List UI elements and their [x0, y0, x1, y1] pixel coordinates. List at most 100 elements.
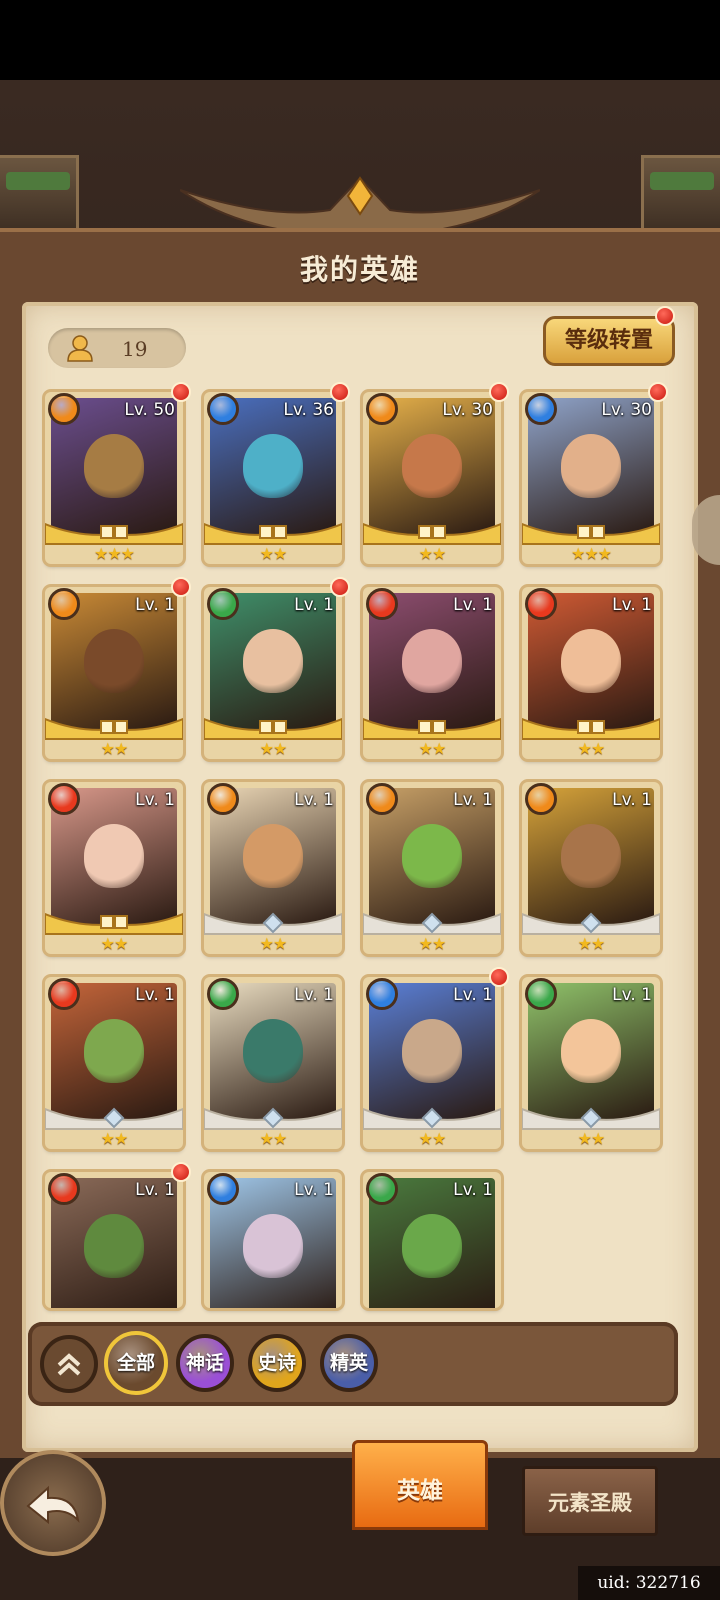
hero-face [84, 629, 144, 693]
wood-element-icon [525, 978, 557, 1010]
hero-level: Lv. 50 [124, 400, 175, 420]
hero-stars: ★★ [418, 934, 447, 953]
hero-card[interactable]: Lv. 1 ★★ [363, 782, 501, 954]
hero-card[interactable]: Lv. 1 ★★ [204, 587, 342, 759]
hero-stars: ★★ [259, 544, 288, 563]
filter-all-button[interactable]: 全部 [104, 1331, 168, 1395]
hero-face [243, 824, 303, 888]
hero-level: Lv. 1 [453, 790, 493, 810]
hero-level: Lv. 1 [294, 1180, 334, 1200]
notification-dot [489, 382, 509, 402]
filter-label: 全部 [116, 1352, 155, 1374]
notification-dot [171, 382, 191, 402]
hero-card[interactable]: Lv. 1 ★★ [204, 782, 342, 954]
hero-card[interactable]: Lv. 36 ★★ [204, 392, 342, 564]
hero-stars: ★★ [577, 739, 606, 758]
wood-element-icon [207, 978, 239, 1010]
hero-face [84, 824, 144, 888]
hero-level: Lv. 1 [453, 1180, 493, 1200]
hero-stars: ★★ [259, 934, 288, 953]
hero-count: 19 [122, 337, 148, 361]
water-element-icon [366, 978, 398, 1010]
notification-dot [655, 306, 675, 326]
hero-card[interactable]: Lv. 1 ★★ [522, 977, 660, 1149]
hero-face [561, 629, 621, 693]
double-chevron-up-icon [57, 1353, 81, 1376]
hero-card[interactable]: Lv. 1 ★★ [522, 782, 660, 954]
notification-dot [648, 382, 668, 402]
hero-card[interactable]: Lv. 30 ★★ [363, 392, 501, 564]
level-transfer-button[interactable]: 等级转置 [543, 316, 675, 366]
status-bar [0, 0, 720, 80]
light-element-icon [48, 393, 80, 425]
filter-epic-button[interactable]: 史诗 [248, 1334, 306, 1392]
hero-face [402, 1019, 462, 1083]
hero-card[interactable]: Lv. 1 ★★ [45, 587, 183, 759]
tab-elemental-temple[interactable]: 元素圣殿 [522, 1466, 658, 1536]
hero-card[interactable]: Lv. 50 ★★★ [45, 392, 183, 564]
hero-count-badge: 19 [48, 328, 186, 368]
fire-element-icon [48, 978, 80, 1010]
hero-level: Lv. 1 [612, 985, 652, 1005]
fire-element-icon [48, 1173, 80, 1205]
filter-mythic-button[interactable]: 神话 [176, 1334, 234, 1392]
hero-level: Lv. 1 [612, 790, 652, 810]
light-element-icon [207, 783, 239, 815]
tab-elemental-temple-label: 元素圣殿 [548, 1491, 632, 1515]
uid-label: uid: 322716 [578, 1566, 720, 1600]
hero-stars: ★★ [418, 544, 447, 563]
hero-face [243, 1214, 303, 1278]
hero-level: Lv. 1 [135, 595, 175, 615]
hero-face [243, 434, 303, 498]
hero-stars: ★★ [100, 1129, 129, 1148]
collapse-button[interactable] [40, 1335, 98, 1393]
hero-card[interactable]: Lv. 1 ★★ [363, 977, 501, 1149]
hero-card[interactable]: Lv. 1 ★★ [363, 587, 501, 759]
person-icon [67, 335, 93, 362]
water-element-icon [207, 393, 239, 425]
tab-heroes[interactable]: 英雄 [352, 1440, 488, 1530]
hero-stars: ★★ [577, 934, 606, 953]
hero-card[interactable]: Lv. 1 ★★ [45, 977, 183, 1149]
hero-face [561, 824, 621, 888]
hero-level: Lv. 1 [294, 985, 334, 1005]
hero-face [243, 1019, 303, 1083]
hero-card[interactable]: Lv. 1 ★★ [204, 977, 342, 1149]
hero-stars: ★★ [577, 1129, 606, 1148]
hero-card[interactable]: Lv. 1 ★★ [45, 782, 183, 954]
hero-level: Lv. 36 [283, 400, 334, 420]
page-title: 我的英雄 [299, 253, 420, 286]
hero-stars: ★★ [418, 739, 447, 758]
filter-elite-button[interactable]: 精英 [320, 1334, 378, 1392]
wood-element-icon [366, 1173, 398, 1205]
hero-stars: ★★ [100, 934, 129, 953]
right-pillar-decoration [641, 155, 720, 231]
hero-card[interactable]: Lv. 1 ★★ [522, 587, 660, 759]
hero-level: Lv. 1 [453, 985, 493, 1005]
hero-card[interactable]: Lv. 1 [45, 1172, 183, 1308]
hero-face [402, 629, 462, 693]
hero-face [243, 629, 303, 693]
light-element-icon [366, 393, 398, 425]
hero-stars: ★★★ [93, 544, 135, 563]
hero-level: Lv. 1 [612, 595, 652, 615]
back-button[interactable] [0, 1450, 106, 1556]
water-element-icon [207, 1173, 239, 1205]
notification-dot [171, 1162, 191, 1182]
hero-card[interactable]: Lv. 1 [363, 1172, 501, 1308]
wood-element-icon [207, 588, 239, 620]
light-element-icon [525, 783, 557, 815]
notification-dot [330, 382, 350, 402]
light-element-icon [48, 588, 80, 620]
light-element-icon [366, 783, 398, 815]
notification-dot [489, 967, 509, 987]
back-arrow-icon [26, 1485, 80, 1525]
hero-level: Lv. 30 [601, 400, 652, 420]
hero-level: Lv. 1 [294, 595, 334, 615]
filter-label: 史诗 [257, 1352, 296, 1374]
hero-card[interactable]: Lv. 1 [204, 1172, 342, 1308]
hero-stars: ★★ [259, 1129, 288, 1148]
hero-face [402, 1214, 462, 1278]
hero-stars: ★★ [259, 739, 288, 758]
hero-card[interactable]: Lv. 30 ★★★ [522, 392, 660, 564]
